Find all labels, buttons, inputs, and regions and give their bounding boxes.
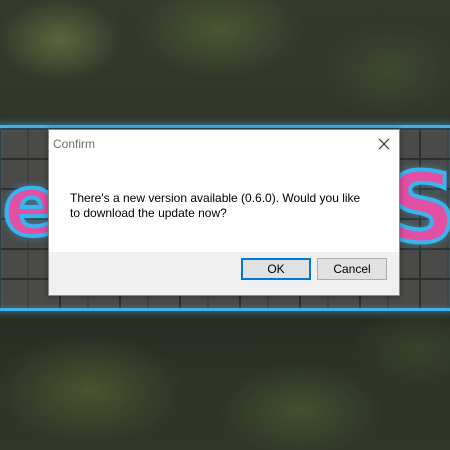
close-icon	[378, 138, 390, 150]
close-button[interactable]	[375, 135, 393, 153]
dialog-content: There's a new version available (0.6.0).…	[49, 159, 399, 252]
confirm-dialog: Confirm There's a new version available …	[48, 129, 400, 296]
desktop-background: e S Confirm There's a new version availa…	[0, 0, 450, 450]
dialog-titlebar[interactable]: Confirm	[49, 130, 399, 159]
cancel-button[interactable]: Cancel	[317, 258, 387, 280]
dialog-title: Confirm	[53, 137, 96, 151]
dialog-message: There's a new version available (0.6.0).…	[70, 191, 361, 220]
ok-button[interactable]: OK	[241, 258, 311, 280]
